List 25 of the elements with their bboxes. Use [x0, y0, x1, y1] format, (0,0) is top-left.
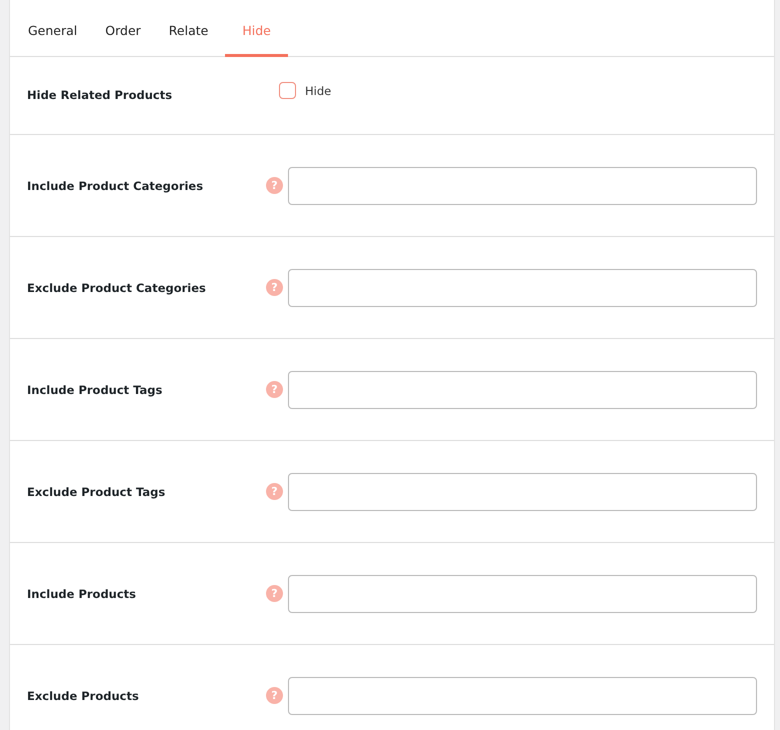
help-icon[interactable]: ?	[266, 687, 283, 704]
checkbox-label[interactable]: Hide	[305, 84, 332, 98]
setting-label: Hide Related Products	[27, 88, 174, 102]
help-icon[interactable]: ?	[266, 177, 283, 194]
tab[interactable]: Hide	[225, 0, 288, 57]
setting-label: Include Products	[27, 586, 138, 600]
setting-label: Exclude Products	[27, 688, 140, 702]
tab[interactable]: General	[17, 0, 88, 57]
tab[interactable]: Order	[94, 0, 152, 57]
help-icon[interactable]: ?	[266, 483, 283, 500]
setting-label: Include Product Tags	[27, 382, 164, 396]
help-icon[interactable]: ?	[266, 279, 283, 296]
setting-label: Include Product Categories	[27, 178, 204, 192]
setting-label: Exclude Product Categories	[27, 280, 207, 294]
input-field[interactable]	[288, 268, 757, 306]
input-field[interactable]	[288, 676, 757, 714]
input-field[interactable]	[288, 472, 757, 510]
checkbox[interactable]	[279, 82, 296, 99]
tab[interactable]: Relate	[158, 0, 220, 57]
input-field[interactable]	[288, 370, 757, 408]
help-icon[interactable]: ?	[266, 381, 283, 398]
input-field[interactable]	[288, 574, 757, 612]
setting-label: Exclude Product Tags	[27, 484, 166, 498]
help-icon[interactable]: ?	[266, 585, 283, 602]
input-field[interactable]	[288, 166, 757, 204]
